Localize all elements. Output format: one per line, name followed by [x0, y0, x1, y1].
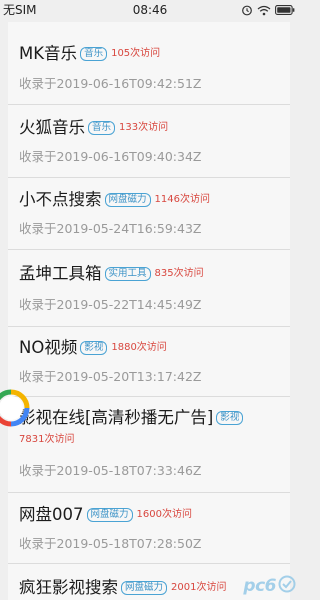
visit-count: 1146次访问 [154, 194, 210, 205]
item-title: NO视频 [19, 338, 78, 357]
category-tag[interactable]: 网盘磁力 [86, 508, 133, 522]
item-date: 收录于2019-05-24T16:59:43Z [19, 221, 202, 236]
item-title: MK音乐 [19, 44, 78, 63]
screen: 无SIM 08:46 MK音乐 音乐 105次访问 收录于2019-06-16T… [0, 0, 300, 600]
category-tag[interactable]: 音乐 [88, 121, 116, 135]
visit-count: 7831次访问 [19, 434, 75, 445]
visit-count: 1880次访问 [111, 342, 167, 353]
item-date: 收录于2019-05-20T13:17:42Z [19, 369, 202, 384]
visit-count: 105次访问 [111, 48, 161, 59]
category-tag[interactable]: 网盘磁力 [121, 581, 168, 595]
item-date: 收录于2019-05-18T07:28:50Z [19, 536, 202, 551]
item-title-row: 网盘007 网盘磁力 1600次访问 [19, 504, 286, 526]
item-title: 孟坤工具箱 [19, 264, 102, 283]
category-tag[interactable]: 网盘磁力 [104, 193, 151, 207]
site-list[interactable]: MK音乐 音乐 105次访问 收录于2019-06-16T09:42:51Z 火… [8, 0, 290, 600]
watermark-logo-icon [278, 575, 296, 597]
list-item[interactable]: 孟坤工具箱 实用工具 835次访问 收录于2019-05-22T14:45:49… [8, 250, 290, 327]
item-title-row: 火狐音乐 音乐 133次访问 [19, 117, 286, 139]
list-item[interactable]: 火狐音乐 音乐 133次访问 收录于2019-06-16T09:40:34Z [8, 105, 290, 178]
item-title: 影视在线[高清秒播无广告] [19, 408, 214, 427]
watermark: pc6 [243, 575, 296, 597]
item-date: 收录于2019-05-18T07:33:46Z [19, 463, 202, 478]
item-title-row: NO视频 影视 1880次访问 [19, 337, 286, 359]
item-date: 收录于2019-06-16T09:42:51Z [19, 76, 202, 91]
item-title-row: MK音乐 音乐 105次访问 [19, 43, 286, 65]
battery-icon [275, 5, 295, 15]
loading-spinner-icon [0, 388, 31, 428]
item-title: 火狐音乐 [19, 118, 85, 137]
list-item[interactable]: 影视在线[高清秒播无广告] 影视 7831次访问 收录于2019-05-18T0… [8, 397, 290, 493]
watermark-text: pc6 [243, 576, 276, 596]
item-title-row: 小不点搜索 网盘磁力 1146次访问 [19, 189, 286, 211]
item-date: 收录于2019-05-22T14:45:49Z [19, 297, 202, 312]
status-bar: 无SIM 08:46 [0, 0, 300, 22]
item-title: 网盘007 [19, 505, 84, 524]
category-tag[interactable]: 影视 [80, 341, 108, 355]
list-item[interactable]: 网盘007 网盘磁力 1600次访问 收录于2019-05-18T07:28:5… [8, 493, 290, 564]
category-tag[interactable]: 影视 [216, 411, 244, 425]
list-item[interactable]: 小不点搜索 网盘磁力 1146次访问 收录于2019-05-24T16:59:4… [8, 178, 290, 250]
item-date: 收录于2019-06-16T09:40:34Z [19, 149, 202, 164]
category-tag[interactable]: 实用工具 [104, 267, 151, 281]
item-title: 小不点搜索 [19, 190, 102, 209]
item-title-row: 影视在线[高清秒播无广告] 影视 7831次访问 [19, 407, 288, 447]
visit-count: 133次访问 [119, 122, 169, 133]
visit-count: 1600次访问 [136, 509, 192, 520]
item-title-row: 孟坤工具箱 实用工具 835次访问 [19, 263, 286, 285]
visit-count: 835次访问 [154, 268, 204, 279]
item-title: 疯狂影视搜索 [19, 578, 118, 597]
visit-count: 2001次访问 [171, 582, 227, 593]
category-tag[interactable]: 音乐 [80, 47, 108, 61]
status-icons [241, 2, 295, 18]
list-item[interactable]: NO视频 影视 1880次访问 收录于2019-05-20T13:17:42Z [8, 327, 290, 397]
wifi-icon [257, 5, 271, 16]
alarm-icon [241, 4, 253, 16]
